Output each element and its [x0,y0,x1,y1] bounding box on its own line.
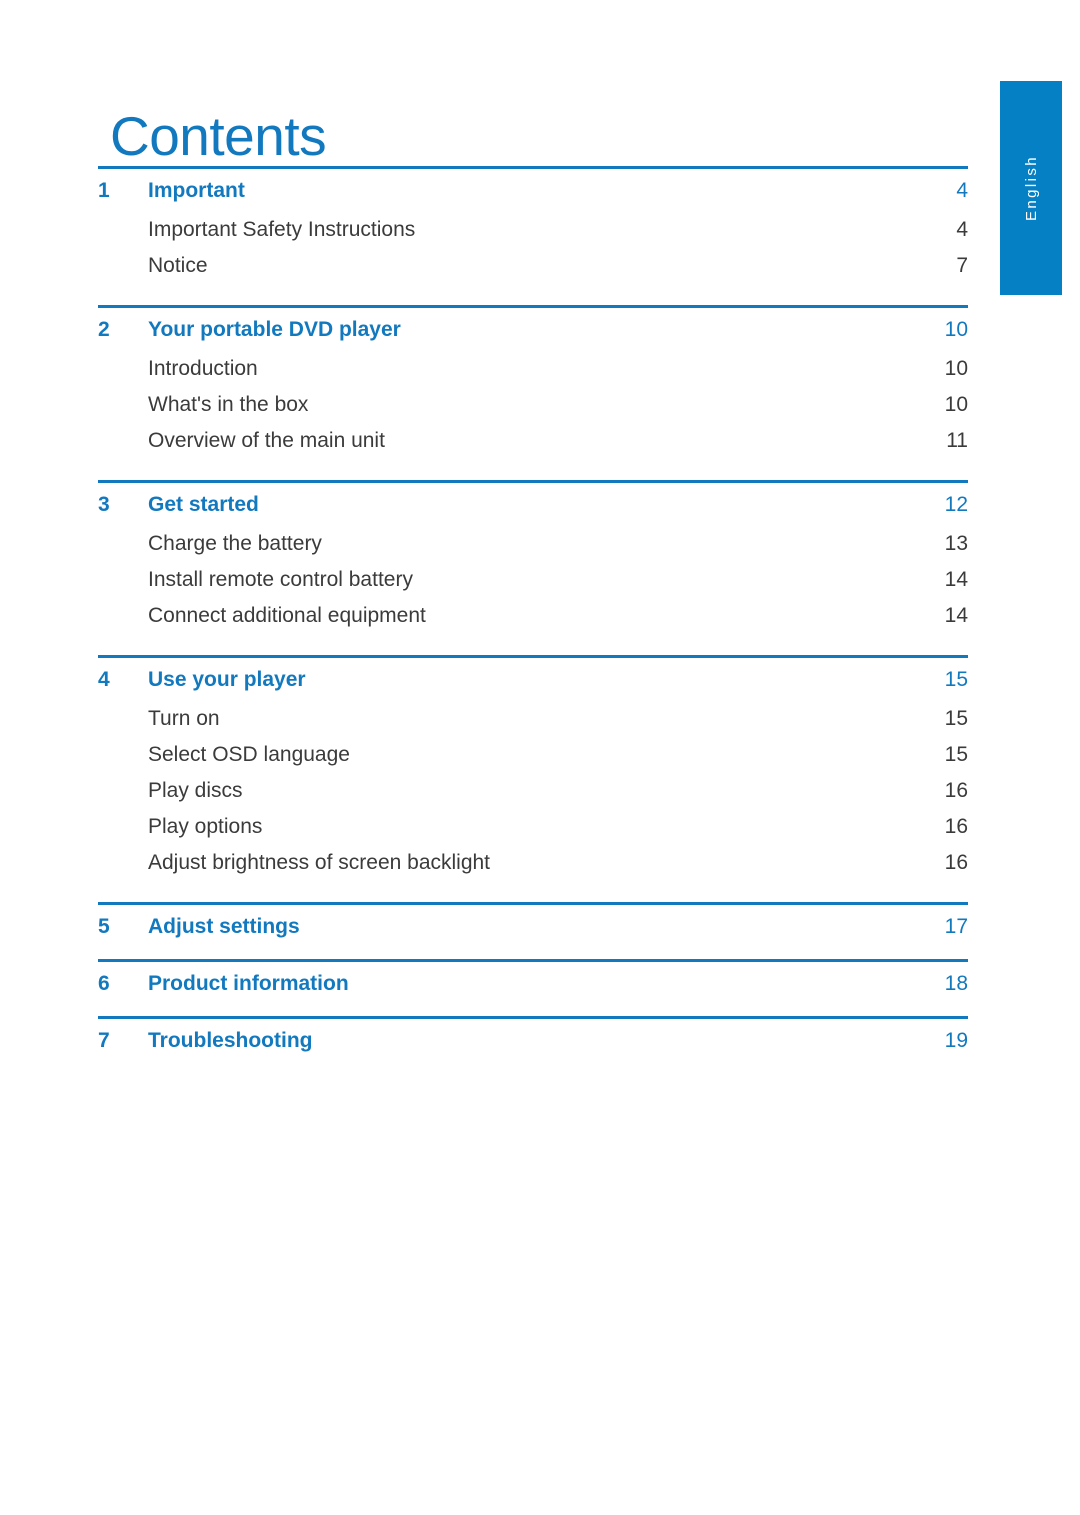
toc-entry-row[interactable]: Overview of the main unit 11 [98,422,968,458]
toc-entry-page-number: 14 [944,603,968,627]
toc-section-group: 2 Your portable DVD player 10 Introduction 1… [98,305,968,458]
toc-section-row[interactable]: 5 Adjust settings 17 [98,905,968,947]
toc-entry-row[interactable]: Turn on 15 [98,700,968,736]
toc-entry-page-number: 10 [944,392,968,416]
toc-entry-row[interactable]: Play discs 16 [98,772,968,808]
toc-section-page-number: 18 [944,971,968,995]
toc-entry-page-number: 7 [956,253,968,277]
toc-entry-label: Adjust brightness of screen backlight [148,850,491,874]
toc-entry-label: Introduction [148,356,258,380]
toc-section-page-number: 12 [944,492,968,516]
toc-entry-label: Install remote control battery [148,567,413,591]
toc-section-page-number: 17 [944,914,968,938]
toc-section-title: Use your player [148,667,306,691]
toc-section-page-number: 10 [944,317,968,341]
toc-section-page-number: 19 [944,1028,968,1052]
toc-entry-label: Play discs [148,778,243,802]
document-page: English Contents 1 Important 4 Important Sa… [0,0,1080,1515]
toc-section-row[interactable]: 6 Product information 18 [98,962,968,1004]
toc-section-number: 7 [98,1028,110,1052]
toc-section-page-number: 4 [956,178,968,202]
toc-section-group: 5 Adjust settings 17 [98,902,968,947]
toc-section-title: Product information [148,971,349,995]
toc-section-group: 1 Important 4 Important Safety Instructions… [98,166,968,283]
toc-entry-page-number: 10 [944,356,968,380]
toc-entry-label: What's in the box [148,392,309,416]
toc-section-row[interactable]: 1 Important 4 [98,169,968,211]
page-title: Contents [110,104,327,167]
table-of-contents: 1 Important 4 Important Safety Instructions… [98,166,968,1061]
toc-entry-label: Charge the battery [148,531,322,555]
toc-section-number: 4 [98,667,110,691]
toc-entry-page-number: 11 [946,428,968,452]
toc-entry-row[interactable]: What's in the box 10 [98,386,968,422]
toc-entry-row[interactable]: Important Safety Instructions 4 [98,211,968,247]
toc-entry-label: Important Safety Instructions [148,217,416,241]
toc-section-number: 6 [98,971,110,995]
toc-entry-row[interactable]: Connect additional equipment 14 [98,597,968,633]
toc-section-group: 7 Troubleshooting 19 [98,1016,968,1061]
toc-entry-page-number: 15 [944,742,968,766]
toc-section-row[interactable]: 4 Use your player 15 [98,658,968,700]
language-tab: English [1000,81,1062,295]
toc-entry-row[interactable]: Notice 7 [98,247,968,283]
toc-section-row[interactable]: 2 Your portable DVD player 10 [98,308,968,350]
toc-entry-label: Play options [148,814,263,838]
toc-section-group: 3 Get started 12 Charge the battery 13 Instal… [98,480,968,633]
toc-section-number: 2 [98,317,110,341]
toc-entry-row[interactable]: Adjust brightness of screen backlight 16 [98,844,968,880]
toc-section-title: Troubleshooting [148,1028,313,1052]
toc-section-page-number: 15 [944,667,968,691]
toc-entry-label: Notice [148,253,208,277]
toc-entry-page-number: 16 [944,778,968,802]
toc-entry-page-number: 16 [944,850,968,874]
toc-entry-label: Overview of the main unit [148,428,385,452]
toc-section-group: 4 Use your player 15 Turn on 15 Select OSD la… [98,655,968,880]
toc-section-title: Adjust settings [148,914,300,938]
toc-section-title: Your portable DVD player [148,317,401,341]
toc-entry-label: Turn on [148,706,220,730]
toc-entry-label: Select OSD language [148,742,350,766]
toc-entry-row[interactable]: Play options 16 [98,808,968,844]
toc-entry-page-number: 4 [956,217,968,241]
toc-entry-page-number: 16 [944,814,968,838]
toc-section-number: 1 [98,178,110,202]
toc-entry-row[interactable]: Introduction 10 [98,350,968,386]
toc-section-number: 3 [98,492,110,516]
toc-entry-row[interactable]: Install remote control battery 14 [98,561,968,597]
toc-section-number: 5 [98,914,110,938]
toc-section-row[interactable]: 3 Get started 12 [98,483,968,525]
toc-entry-row[interactable]: Charge the battery 13 [98,525,968,561]
toc-section-title: Important [148,178,245,202]
toc-entry-page-number: 15 [944,706,968,730]
language-tab-label: English [1022,155,1040,221]
toc-entry-label: Connect additional equipment [148,603,426,627]
toc-entry-page-number: 13 [944,531,968,555]
toc-section-title: Get started [148,492,259,516]
toc-entry-row[interactable]: Select OSD language 15 [98,736,968,772]
toc-section-row[interactable]: 7 Troubleshooting 19 [98,1019,968,1061]
toc-section-group: 6 Product information 18 [98,959,968,1004]
toc-entry-page-number: 14 [944,567,968,591]
